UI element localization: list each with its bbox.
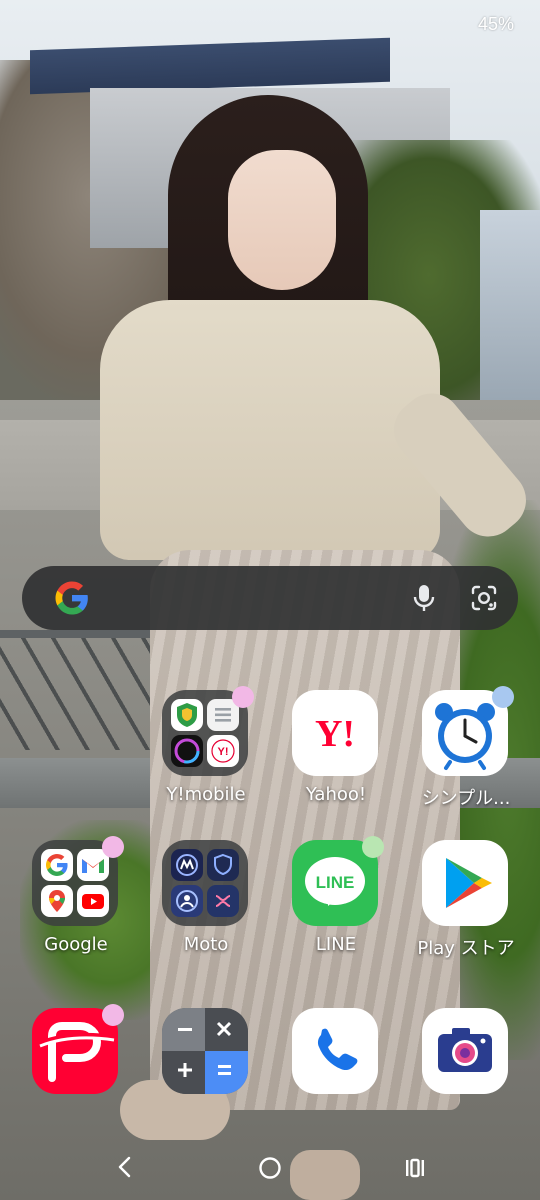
google-folder-icon-wrap <box>32 836 124 926</box>
app-label: Moto <box>183 934 229 955</box>
app-label: シンプル... <box>421 788 511 809</box>
status-bar: 45% <box>478 14 514 44</box>
ymobile-mini-text: Y! <box>218 746 229 758</box>
alarm-icon-wrap <box>422 686 514 776</box>
phone-icon-wrap <box>292 1008 378 1094</box>
notification-dot <box>492 686 514 708</box>
google-search-bar[interactable] <box>22 566 518 630</box>
moto-connect-mini-icon <box>207 885 239 917</box>
home-icon[interactable] <box>257 1155 283 1181</box>
app-label: Y!mobile <box>166 784 246 805</box>
calculator-icon <box>162 1008 248 1094</box>
app-label: LINE <box>315 934 357 955</box>
paypay-app[interactable] <box>11 1004 141 1158</box>
youtube-mini-icon <box>77 885 109 917</box>
ymobile-folder[interactable]: Y! Y!mobile <box>141 686 271 840</box>
yahoo-icon-wrap: Y! <box>292 690 378 776</box>
app-label: Play ストア <box>417 938 515 959</box>
google-g-icon <box>55 581 88 615</box>
line-icon-text: LINE <box>316 873 355 892</box>
moto-logo-mini-icon <box>171 849 203 881</box>
phone-icon <box>292 1008 378 1094</box>
wallpaper-person-face <box>228 150 336 290</box>
folder-icon <box>162 840 248 926</box>
wallpaper-building <box>480 210 540 400</box>
back-icon[interactable] <box>112 1154 138 1180</box>
mic-icon[interactable] <box>408 582 440 614</box>
wallpaper-person-sweater <box>100 300 440 560</box>
ymobile-folder-icon-wrap: Y! <box>162 686 254 776</box>
moto-folder-icon-wrap <box>162 840 248 926</box>
calculator-icon-wrap <box>162 1008 248 1094</box>
line-app[interactable]: LINE LINE <box>271 836 401 990</box>
yahoo-app[interactable]: Y! Yahoo! <box>271 690 401 840</box>
google-lens-icon[interactable] <box>468 582 500 614</box>
play-store-app[interactable]: Play ストア <box>401 840 531 990</box>
calculator-app[interactable] <box>141 1008 271 1158</box>
notification-dot <box>232 686 254 708</box>
camera-app[interactable] <box>401 1008 531 1158</box>
notification-dot <box>362 836 384 858</box>
camera-icon-wrap <box>422 1008 508 1094</box>
phone-app[interactable] <box>271 1008 401 1158</box>
moto-family-mini-icon <box>171 885 203 917</box>
navigation-bar <box>0 1140 540 1196</box>
ymobile-mini-icon: Y! <box>207 735 239 767</box>
moto-folder[interactable]: Moto <box>141 840 271 990</box>
paypay-icon-wrap <box>32 1004 124 1094</box>
notification-dot <box>102 1004 124 1026</box>
google-folder[interactable]: Google <box>11 836 141 990</box>
app-label: Yahoo! <box>305 784 367 805</box>
google-mini-icon <box>41 849 73 881</box>
play-store-icon <box>422 840 508 926</box>
green-shield-app-icon <box>171 699 203 731</box>
yahoo-icon-text: Y! <box>315 713 355 755</box>
yahoo-icon: Y! <box>292 690 378 776</box>
maps-mini-icon <box>41 885 73 917</box>
notification-dot <box>102 836 124 858</box>
play-store-icon-wrap <box>422 840 508 926</box>
simple-alarm-app[interactable]: シンプル... <box>401 686 531 840</box>
line-icon-wrap: LINE <box>292 836 384 926</box>
app-label: Google <box>44 934 108 955</box>
moto-secure-mini-icon <box>207 849 239 881</box>
camera-icon <box>422 1008 508 1094</box>
battery-percent: 45% <box>477 14 514 34</box>
ring-app-icon <box>171 735 203 767</box>
recents-icon[interactable] <box>402 1155 428 1181</box>
